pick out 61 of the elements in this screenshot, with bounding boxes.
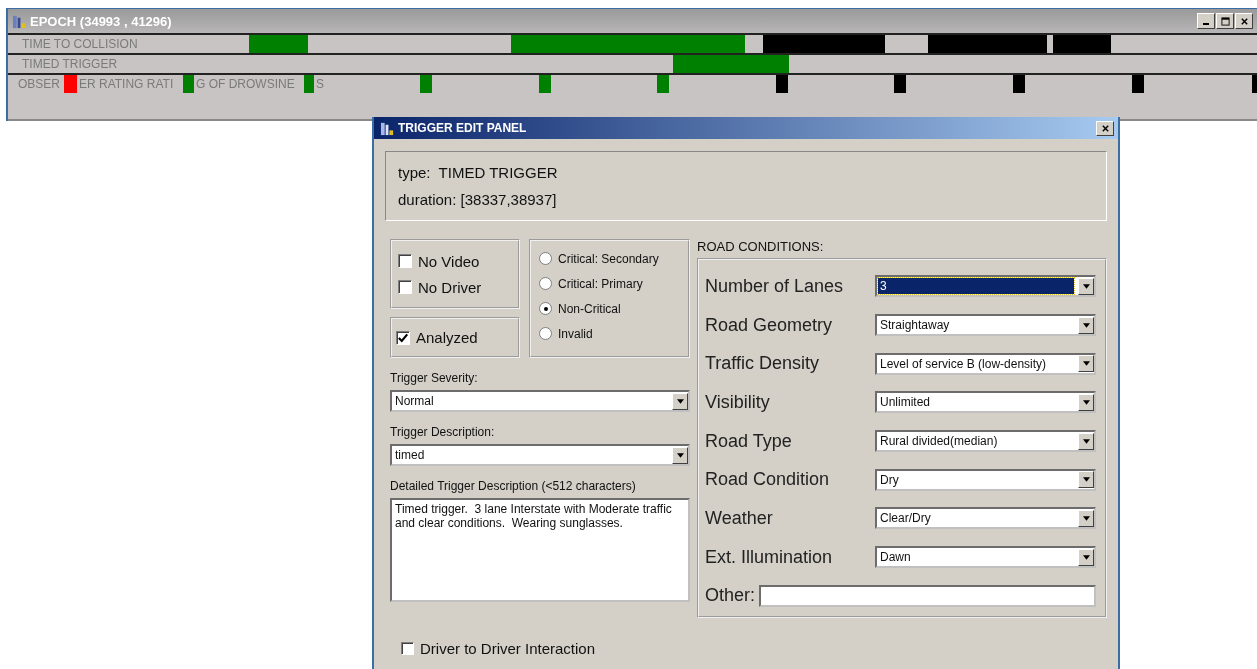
track-label: TIMED TRIGGER: [22, 56, 118, 73]
field-label: Trigger Severity:: [390, 371, 479, 385]
field-label: Trigger Description:: [390, 425, 496, 439]
description-dropdown[interactable]: timed: [390, 444, 690, 466]
dropdown[interactable]: Level of service B (low-density): [875, 352, 1096, 375]
field-label: Road Geometry: [705, 314, 834, 336]
info-text: duration: [38337,38937]: [398, 191, 558, 208]
checkbox[interactable]: No Video: [398, 252, 518, 270]
field-label: Traffic Density: [705, 353, 821, 375]
close-button[interactable]: [1096, 120, 1114, 136]
app-icon: [12, 13, 27, 29]
checkbox-box[interactable]: [396, 330, 410, 345]
radio-circle[interactable]: [539, 277, 552, 290]
dropdown[interactable]: Dry: [875, 468, 1096, 491]
field-label: Other:: [705, 585, 756, 607]
radio-button[interactable]: Critical: Secondary: [539, 249, 688, 268]
radio-button[interactable]: Critical: Primary: [539, 274, 688, 293]
checkbox[interactable]: Analyzed: [396, 329, 478, 346]
dropdown[interactable]: Dawn: [875, 546, 1096, 569]
close-icon: [1239, 16, 1249, 26]
field-label: Weather: [705, 507, 774, 529]
dropdown[interactable]: Unlimited: [875, 391, 1096, 414]
track-label: OBSER: [18, 76, 60, 93]
dropdown[interactable]: Straightaway: [875, 314, 1096, 337]
radio-circle[interactable]: [539, 252, 552, 265]
app-icon: [380, 120, 395, 136]
track-label: TIME TO COLLISION: [22, 36, 138, 53]
radio-circle[interactable]: [539, 327, 552, 340]
severity-dropdown[interactable]: Normal: [390, 390, 690, 412]
dialog-title: TRIGGER EDIT PANEL: [398, 121, 527, 135]
track-label: G OF DROWSINE: [196, 76, 295, 93]
minimize-button[interactable]: [1197, 13, 1215, 29]
info-text: type: TIMED TRIGGER: [398, 164, 559, 181]
radio-button[interactable]: Invalid: [539, 324, 688, 343]
checkbox[interactable]: No Driver: [398, 278, 518, 296]
minimize-icon: [1203, 23, 1209, 25]
field-label: Road Type: [705, 430, 793, 452]
dropdown[interactable]: 3: [875, 275, 1096, 298]
close-icon: [1100, 123, 1110, 133]
checkbox-box[interactable]: [398, 280, 412, 294]
dropdown[interactable]: Rural divided(median): [875, 430, 1096, 453]
track-label: S: [316, 76, 324, 93]
radio-circle[interactable]: [539, 302, 552, 315]
window-title: EPOCH (34993 , 41296): [30, 13, 172, 29]
input-field[interactable]: [759, 584, 1096, 607]
text-area[interactable]: Timed trigger. 3 lane Interstate with Moderate traffic and clear conditions. Wearing sunglasses.: [390, 498, 690, 602]
maximize-icon: [1220, 16, 1230, 26]
close-button[interactable]: [1235, 13, 1253, 29]
checkbox[interactable]: Driver to Driver Interaction: [401, 640, 1107, 657]
radio-button[interactable]: Non-Critical: [539, 299, 688, 318]
checkbox-box[interactable]: [401, 642, 414, 655]
field-label: Visibility: [705, 391, 771, 413]
maximize-button[interactable]: [1216, 13, 1234, 29]
field-label: Road Condition: [705, 469, 831, 491]
dropdown[interactable]: Clear/Dry: [875, 507, 1096, 530]
section-title: ROAD CONDITIONS:: [697, 239, 825, 254]
track-label: ER RATING RATI: [79, 76, 174, 93]
checkbox-box[interactable]: [398, 254, 412, 268]
field-label: Number of Lanes: [705, 275, 845, 297]
field-label: Detailed Trigger Description (<512 characters): [390, 479, 637, 493]
field-label: Ext. Illumination: [705, 546, 834, 568]
